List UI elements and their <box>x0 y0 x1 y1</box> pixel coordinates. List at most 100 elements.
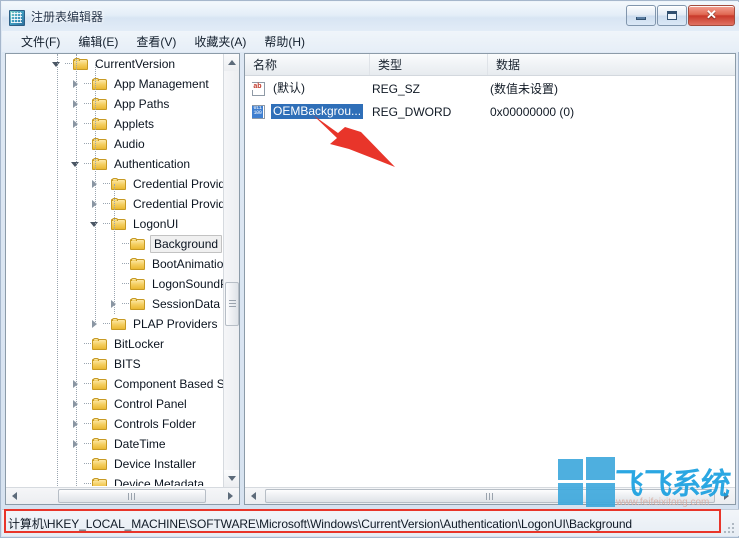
tree-item-device-installer[interactable]: Device Installer <box>6 454 224 474</box>
tree-item-label: DateTime <box>114 437 166 451</box>
string-value-icon: ab <box>251 81 267 96</box>
folder-icon <box>92 397 108 411</box>
menu-favorites[interactable]: 收藏夹(A) <box>185 31 255 53</box>
tree-connector <box>84 123 91 125</box>
maximize-icon <box>667 11 677 20</box>
tree-connector <box>84 343 91 345</box>
folder-icon <box>92 437 108 451</box>
folder-icon <box>130 297 146 311</box>
registry-tree-pane: CurrentVersion App Management App Paths App… <box>5 53 240 505</box>
folder-icon <box>111 317 127 331</box>
tree-item-component-based-s[interactable]: Component Based S <box>6 374 224 394</box>
close-button[interactable]: ✕ <box>688 5 735 26</box>
folder-icon <box>92 417 108 431</box>
folder-icon <box>130 237 146 251</box>
tree-horizontal-scrollbar[interactable] <box>6 487 239 504</box>
regedit-icon <box>8 9 25 26</box>
tree-connector <box>122 283 129 285</box>
tree-scroll-thumb[interactable] <box>225 282 239 326</box>
tree-item-label: App Management <box>114 77 209 91</box>
tree-item-applets[interactable]: Applets <box>6 114 224 134</box>
tree-item-plap-providers[interactable]: PLAP Providers <box>6 314 224 334</box>
tree-item-bitlocker[interactable]: BitLocker <box>6 334 224 354</box>
minimize-button[interactable] <box>626 5 656 26</box>
table-row[interactable]: ab (默认) REG_SZ (数值未设置) <box>245 79 735 98</box>
value-data: 0x00000000 (0) <box>490 104 575 119</box>
tree-scroll-down-button[interactable] <box>224 470 239 487</box>
tree-item-label: App Paths <box>114 97 170 111</box>
tree-connector <box>84 363 91 365</box>
tree-scroll-right-button[interactable] <box>222 488 239 504</box>
tree-vertical-scrollbar[interactable] <box>223 54 239 487</box>
tree-connector <box>84 463 91 465</box>
values-scroll-left-button[interactable] <box>245 488 262 504</box>
tree-connector <box>103 323 110 325</box>
tree-item-label: BootAnimatio <box>152 257 224 271</box>
tree-scroll-left-button[interactable] <box>6 488 23 504</box>
menu-file[interactable]: 文件(F) <box>12 31 69 53</box>
tree-item-label: PLAP Providers <box>133 317 218 331</box>
tree-connector <box>84 103 91 105</box>
tree-connector <box>84 443 91 445</box>
tree-item-currentversion[interactable]: CurrentVersion <box>6 54 224 74</box>
chevron-right-icon <box>228 492 233 500</box>
tree-item-app-management[interactable]: App Management <box>6 74 224 94</box>
tree-item-label: LogonSoundP <box>152 277 224 291</box>
table-row[interactable]: 011 100 OEMBackgrou... REG_DWORD 0x000000… <box>245 102 735 121</box>
registry-tree[interactable]: CurrentVersion App Management App Paths App… <box>6 54 224 486</box>
values-hscroll-thumb[interactable] <box>265 489 715 503</box>
tree-item-authentication[interactable]: Authentication <box>6 154 224 174</box>
tree-item-label: Credential Provid <box>133 197 224 211</box>
screenshot-root: 注册表编辑器 ✕ 文件(F) 编辑(E) 查看(V) 收藏夹(A) 帮助(H) <box>0 0 739 538</box>
tree-connector <box>65 63 72 65</box>
chevron-left-icon <box>12 492 17 500</box>
values-column-header: 名称 类型 数据 <box>245 54 735 76</box>
tree-item-controls-folder[interactable]: Controls Folder <box>6 414 224 434</box>
value-name: (默认) <box>273 81 305 95</box>
tree-item-label: Controls Folder <box>114 417 197 431</box>
tree-connector <box>84 403 91 405</box>
status-bar: 计算机\HKEY_LOCAL_MACHINE\SOFTWARE\Microsof… <box>2 509 739 536</box>
tree-connector <box>103 203 110 205</box>
tree-item-control-panel[interactable]: Control Panel <box>6 394 224 414</box>
menu-edit[interactable]: 编辑(E) <box>69 31 127 53</box>
values-horizontal-scrollbar[interactable] <box>245 487 735 504</box>
tree-connector <box>103 183 110 185</box>
tree-item-bits[interactable]: BITS <box>6 354 224 374</box>
folder-icon <box>130 257 146 271</box>
minimize-icon <box>636 17 646 20</box>
title-bar[interactable]: 注册表编辑器 ✕ <box>2 2 739 31</box>
column-data[interactable]: 数据 <box>488 54 735 75</box>
tree-scroll-up-button[interactable] <box>224 54 239 71</box>
column-type[interactable]: 类型 <box>370 54 488 75</box>
folder-icon <box>92 377 108 391</box>
tree-item-app-paths[interactable]: App Paths <box>6 94 224 114</box>
menu-view[interactable]: 查看(V) <box>127 31 185 53</box>
tree-connector <box>84 143 91 145</box>
tree-guide-line <box>76 54 78 486</box>
tree-connector <box>84 83 91 85</box>
values-scroll-right-button[interactable] <box>718 488 735 504</box>
tree-item-datetime[interactable]: DateTime <box>6 434 224 454</box>
menu-help[interactable]: 帮助(H) <box>255 31 314 53</box>
folder-icon <box>92 457 108 471</box>
menu-bar: 文件(F) 编辑(E) 查看(V) 收藏夹(A) 帮助(H) <box>2 31 739 52</box>
window-title: 注册表编辑器 <box>31 10 104 24</box>
tree-item-label: Applets <box>114 117 155 131</box>
tree-hscroll-thumb[interactable] <box>58 489 206 503</box>
tree-connector <box>122 243 129 245</box>
tree-connector <box>84 163 91 165</box>
tree-item-label: Authentication <box>114 157 191 171</box>
column-name[interactable]: 名称 <box>245 54 370 75</box>
chevron-down-icon <box>228 476 236 481</box>
tree-item-device-metadata[interactable]: Device Metadata <box>6 474 224 486</box>
tree-guide-line <box>57 54 59 486</box>
tree-guide-line <box>95 64 97 324</box>
chevron-up-icon <box>228 60 236 65</box>
tree-item-audio[interactable]: Audio <box>6 134 224 154</box>
tree-item-label: Device Installer <box>114 457 197 471</box>
tree-connector <box>84 423 91 425</box>
maximize-button[interactable] <box>657 5 687 26</box>
value-type: REG_DWORD <box>372 104 452 119</box>
resize-grip-icon[interactable] <box>724 521 736 533</box>
